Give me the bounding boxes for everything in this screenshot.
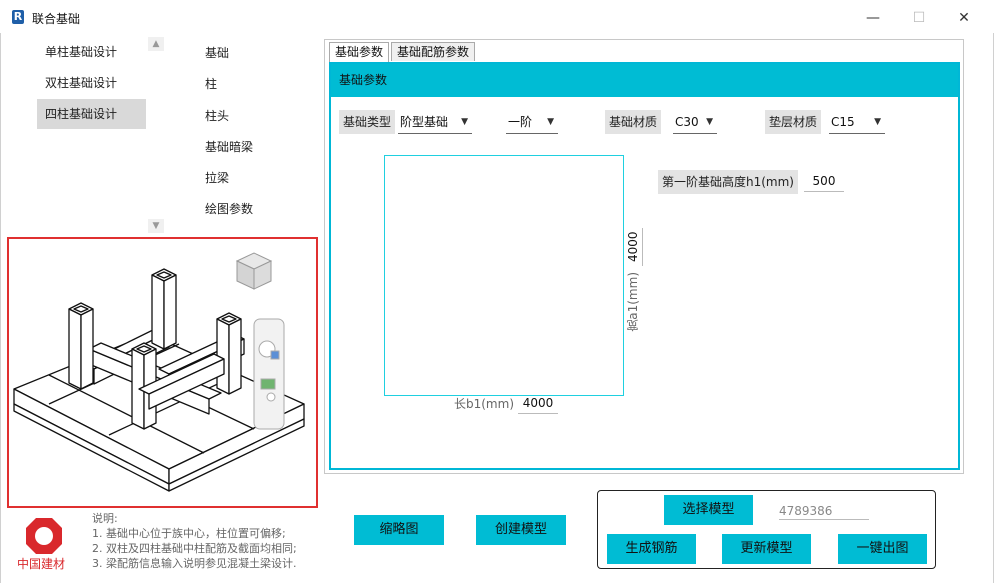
foundation-type-label: 基础类型 [339,110,396,134]
foundation-type-value: 阶型基础 [400,115,449,129]
sub-item-drawing-params[interactable]: 绘图参数 [205,200,253,217]
generate-rebar-button[interactable]: 生成钢筋 [607,534,696,564]
cushion-material-combo[interactable]: C15 ▼ [829,110,885,134]
sub-item-column[interactable]: 柱 [205,75,217,92]
triangle-down-icon: ▼ [461,117,468,127]
b1-label: 长b1(mm) [454,397,514,411]
title-bar [0,0,994,34]
revit-app-icon: R [12,10,24,24]
notes-heading: 说明: [92,512,118,525]
one-click-drawing-button[interactable]: 一键出图 [838,534,927,564]
instructions-note: 说明: 1. 基础中心位于族中心，柱位置可偏移; 2. 双柱及四柱基础中柱配筋及… [92,511,297,571]
a1-input[interactable]: 4000 [626,228,643,266]
close-button[interactable]: ✕ [946,6,982,30]
maximize-button[interactable]: ☐ [901,6,937,30]
window-title: 联合基础 [32,12,81,26]
foundation-plan-rectangle [384,155,624,396]
material-combo[interactable]: C30 ▼ [673,110,717,134]
update-model-button[interactable]: 更新模型 [722,534,811,564]
sub-item-foundation[interactable]: 基础 [205,44,229,61]
material-label: 基础材质 [605,110,662,134]
thumbnail-button[interactable]: 缩略图 [354,515,444,545]
foundation-3d-drawing [13,252,305,492]
sub-item-tie-beam[interactable]: 拉梁 [205,169,229,186]
nav-item-single-column[interactable]: 单柱基础设计 [37,37,146,67]
h1-label: 第一阶基础高度h1(mm) [658,170,798,194]
steps-value: 一阶 [508,115,533,129]
create-model-button[interactable]: 创建模型 [476,515,566,545]
foundation-type-combo[interactable]: 阶型基础 ▼ [398,110,472,134]
up-arrow-icon[interactable]: ▲ [148,37,164,51]
a1-label: 宽a1(mm) [626,272,640,332]
minimize-button[interactable]: — [855,6,891,30]
company-logo-text: 中国建材 [17,557,66,571]
model-preview-viewport[interactable] [7,237,318,508]
tab-foundation-rebar-params[interactable]: 基础配筋参数 [391,42,476,61]
nav-item-double-column[interactable]: 双柱基础设计 [37,68,146,98]
sub-item-column-head[interactable]: 柱头 [205,107,229,124]
triangle-down-icon: ▼ [874,117,881,127]
view-cube-icon [235,252,273,290]
cushion-material-value: C15 [831,115,855,129]
notes-line-1: 1. 基础中心位于族中心，柱位置可偏移; [92,527,286,540]
notes-line-3: 3. 梁配筋信息输入说明参见混凝土梁设计. [92,557,297,570]
select-model-button[interactable]: 选择模型 [664,495,753,525]
triangle-down-icon: ▼ [706,117,713,127]
h1-input[interactable]: 500 [804,170,844,192]
notes-line-2: 2. 双柱及四柱基础中柱配筋及截面均相同; [92,542,297,555]
steps-combo[interactable]: 一阶 ▼ [506,110,558,134]
down-arrow-icon[interactable]: ▼ [148,219,164,233]
triangle-down-icon: ▼ [547,117,554,127]
panel-header: 基础参数 [331,64,958,97]
b1-input[interactable]: 4000 [518,392,558,414]
material-value: C30 [675,115,699,129]
selected-model-id: 4789386 [779,502,869,520]
nav-item-four-column[interactable]: 四柱基础设计 [37,99,146,129]
tab-foundation-params[interactable]: 基础参数 [329,42,390,62]
cushion-material-label: 垫层材质 [765,110,822,134]
navigation-bar-icon [253,318,285,430]
sub-item-hidden-beam[interactable]: 基础暗梁 [205,138,253,155]
